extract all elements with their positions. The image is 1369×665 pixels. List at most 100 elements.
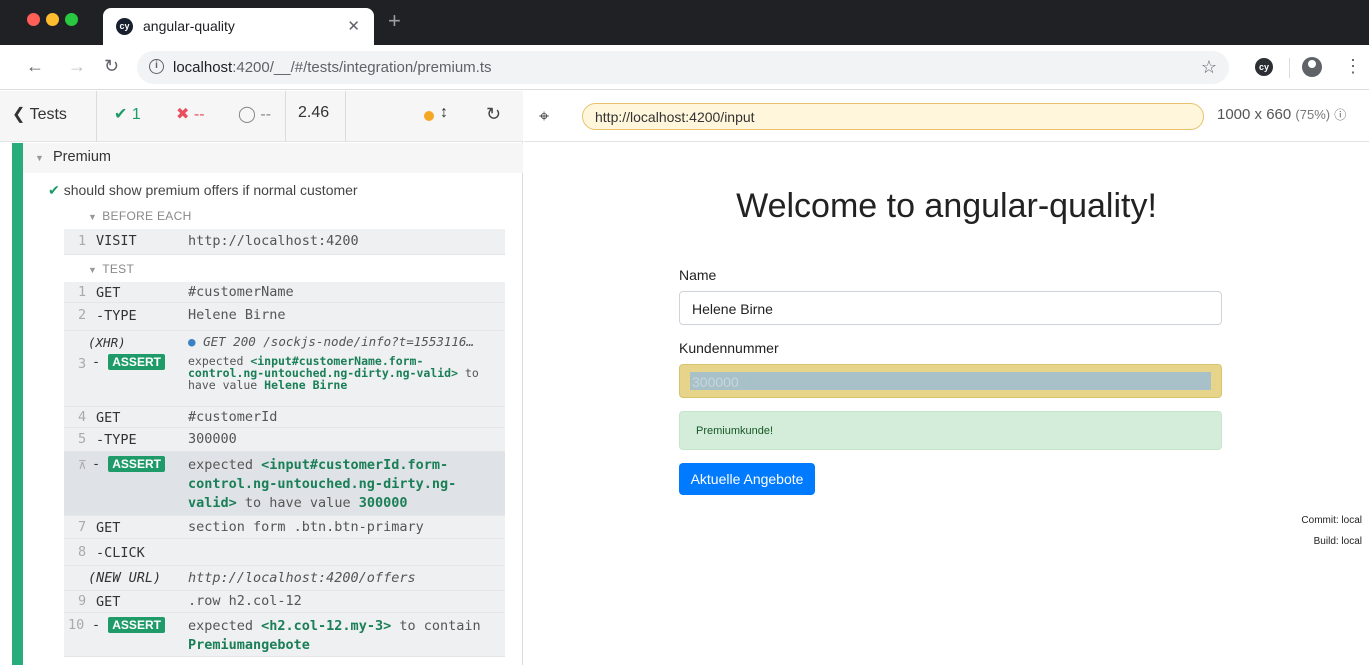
minimize-window-button[interactable] — [46, 13, 59, 26]
auto-scroll-icon[interactable]: ↕ — [440, 104, 448, 122]
circle-notch-icon: ◯ — [238, 106, 261, 123]
address-bar[interactable]: i localhost:4200/__/#/tests/integration/… — [137, 51, 1229, 84]
application-under-test: Welcome to angular-quality! Name Helene … — [524, 143, 1369, 665]
build-info: Build: local — [1313, 536, 1362, 547]
selector-playground-icon[interactable]: ⌖ — [539, 106, 549, 127]
xhr-dot-icon: ● — [188, 334, 196, 349]
aut-url-bar: http://localhost:4200/input — [582, 103, 1204, 130]
browser-nav-bar: ← → ↻ i localhost:4200/__/#/tests/integr… — [0, 45, 1369, 90]
close-window-button[interactable] — [27, 13, 40, 26]
command-number: 1 — [78, 284, 87, 300]
command-row[interactable]: 8 -CLICK — [64, 539, 505, 566]
test-label: TEST — [102, 262, 135, 276]
assert-value: 300000 — [358, 495, 408, 511]
command-name: GET — [96, 520, 121, 536]
command-name: -CLICK — [96, 545, 145, 561]
chevron-left-icon: ❮ — [12, 106, 30, 123]
command-row[interactable]: 1 GET #customerName — [64, 282, 505, 303]
reload-icon[interactable]: ↻ — [104, 56, 119, 76]
command-row[interactable]: 7 GET section form .btn.btn-primary — [64, 516, 505, 539]
xhr-message: ● GET 200 /sockjs-node/info?t=1553116… — [188, 334, 474, 349]
customer-name-input[interactable]: Helene Birne — [679, 291, 1222, 325]
cypress-favicon-icon: cy — [116, 18, 133, 35]
command-message: .row h2.col-12 — [188, 593, 302, 609]
current-offers-button[interactable]: Aktuelle Angebote — [679, 463, 815, 495]
toolbar-divider — [1289, 58, 1290, 78]
viewport-size: 1000 x 660 — [1217, 106, 1292, 123]
tab-title: angular-quality — [143, 18, 235, 34]
customer-id-input[interactable]: 300000 — [679, 364, 1222, 398]
suite-title: Premium — [53, 149, 112, 165]
site-info-icon[interactable]: i — [149, 59, 164, 74]
xhr-text: GET 200 /sockjs-node/info?t=1553116… — [203, 334, 474, 349]
new-tab-icon[interactable]: + — [388, 10, 401, 32]
assert-badge: ASSERT — [108, 456, 165, 472]
forward-arrow-icon[interactable]: → — [68, 56, 86, 76]
command-number: 9 — [78, 593, 87, 609]
caret-down-icon: ▼ — [88, 212, 98, 222]
command-message: #customerName — [188, 284, 294, 300]
duration: 2.46 — [298, 104, 330, 121]
rerun-tests-icon[interactable]: ↻ — [486, 104, 501, 125]
assert-value: Premiumangebote — [188, 637, 310, 653]
command-row[interactable]: 2 -TYPE Helene Birne — [64, 303, 505, 331]
name-label: Name — [679, 267, 717, 283]
test-title[interactable]: ✔ should show premium offers if normal cu… — [48, 182, 358, 199]
assert-value: Helene Birne — [264, 378, 348, 392]
viewport-info[interactable]: 1000 x 660 (75%) ⓘ — [1217, 106, 1346, 123]
command-message: http://localhost:4200 — [188, 233, 359, 249]
assert-op: to have value — [236, 495, 359, 511]
command-number: 10 — [68, 617, 85, 633]
cross-icon: ✖ — [176, 106, 194, 123]
command-row[interactable]: (XHR) ● GET 200 /sockjs-node/info?t=1553… — [64, 331, 505, 407]
info-icon[interactable]: ⓘ — [1334, 108, 1346, 122]
suite-status-bar — [12, 143, 23, 665]
test-hook[interactable]: ▼ TEST — [88, 262, 134, 276]
profile-avatar-icon[interactable] — [1302, 57, 1322, 77]
back-arrow-icon[interactable]: ← — [26, 56, 44, 76]
command-name: GET — [96, 594, 121, 610]
failed-count: ✖ -- — [176, 105, 205, 125]
command-name: - ASSERT — [92, 617, 165, 633]
command-row[interactable]: 1 VISIT http://localhost:4200 — [64, 229, 505, 255]
viewport-scale: (75%) — [1295, 107, 1331, 122]
command-row[interactable]: 9 GET .row h2.col-12 — [64, 591, 505, 613]
command-row[interactable]: (NEW URL) http://localhost:4200/offers — [64, 566, 505, 591]
tab-close-icon[interactable]: ✕ — [347, 17, 360, 35]
alert-text: Premiumkunde! — [696, 425, 774, 437]
assert-expected: expected — [188, 618, 262, 634]
before-each-hook[interactable]: ▼ BEFORE EACH — [88, 209, 192, 223]
command-name: -TYPE — [96, 308, 137, 324]
assert-message: expected <input#customerId.form-control.… — [188, 456, 488, 513]
browser-tab-bar: cy angular-quality ✕ + — [0, 0, 1369, 45]
tests-label: Tests — [29, 106, 67, 123]
suite-row[interactable]: ▼ Premium — [23, 143, 523, 173]
url-path: :4200/__/#/tests/integration/premium.ts — [232, 59, 492, 76]
premium-alert: Premiumkunde! — [679, 411, 1222, 450]
reporter-stats-bar: ❮ Tests ✔ 1 ✖ -- ◯ -- 2.46 ↕ ↻ — [0, 91, 523, 142]
command-name: VISIT — [96, 233, 137, 249]
failed-value: -- — [193, 106, 205, 123]
bookmark-star-icon[interactable]: ☆ — [1201, 57, 1217, 78]
command-row[interactable]: 4 GET #customerId — [64, 407, 505, 428]
command-name: (XHR) — [88, 335, 126, 350]
cypress-extension-icon[interactable]: cy — [1255, 58, 1273, 76]
command-message: http://localhost:4200/offers — [188, 570, 416, 586]
browser-tab[interactable]: cy angular-quality ✕ — [103, 8, 374, 45]
aut-header-bar: ⌖ http://localhost:4200/input 1000 x 660… — [524, 91, 1369, 142]
command-name: GET — [96, 285, 121, 301]
command-name: GET — [96, 410, 121, 426]
menu-kebab-icon[interactable]: ⋮ — [1344, 55, 1362, 77]
maximize-window-button[interactable] — [65, 13, 78, 26]
tests-back-button[interactable]: ❮ Tests — [12, 105, 67, 125]
caret-down-icon: ▼ — [88, 265, 98, 275]
pin-icon[interactable]: ⊼ — [78, 458, 87, 472]
pending-count: ◯ -- — [238, 105, 271, 125]
command-name: - ASSERT — [92, 354, 165, 370]
pending-value: -- — [260, 106, 272, 123]
command-row-pinned[interactable]: ⊼ - ASSERT expected <input#customerId.fo… — [64, 452, 505, 516]
command-row[interactable]: 10 - ASSERT expected <h2.col-12.my-3> to… — [64, 613, 505, 657]
command-row[interactable]: 5 -TYPE 300000 — [64, 428, 505, 452]
assert-message: expected <input#customerName.form-contro… — [188, 355, 494, 391]
customer-id-value: 300000 — [692, 374, 739, 390]
